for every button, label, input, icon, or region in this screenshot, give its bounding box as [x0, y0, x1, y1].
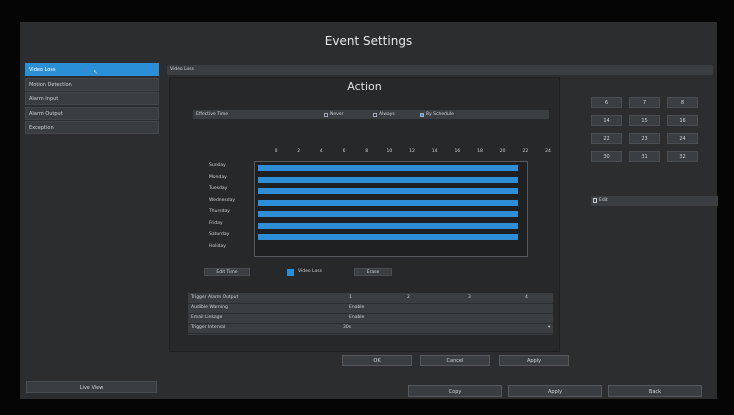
effective-time-label: Effective Time	[196, 112, 229, 117]
hour-label: 4	[319, 149, 323, 154]
never-checkbox[interactable]	[324, 112, 328, 117]
hour-label: 18	[477, 149, 483, 154]
hour-label: 22	[522, 149, 529, 154]
channel-button[interactable]: 8	[667, 97, 698, 108]
option-always[interactable]: Always	[373, 110, 395, 119]
channel-edit-label: Edit	[599, 198, 608, 203]
hour-label: 12	[409, 149, 415, 154]
option-by-schedule-label: By Schedule	[426, 112, 454, 117]
sidebar: Video Loss Motion Detection Alarm Input …	[25, 63, 159, 135]
channel-button[interactable]: 14	[591, 115, 622, 126]
hour-label: 10	[386, 149, 393, 154]
channel-grid: 6 7 8 14 15 16 22 23 24 30 31 32	[572, 82, 712, 202]
trigger-interval-row[interactable]: Trigger Interval 30s ▾	[188, 323, 553, 334]
always-checkbox[interactable]	[373, 112, 377, 117]
day-label: Sunday	[209, 163, 226, 168]
alarm-output-3[interactable]: 3	[468, 293, 471, 303]
audible-warning-value[interactable]: Enable	[349, 303, 364, 313]
option-by-schedule[interactable]: By Schedule	[420, 110, 454, 119]
schedule-bar[interactable]	[258, 234, 518, 240]
channel-button[interactable]: 22	[591, 133, 622, 144]
sidebar-item-motion-detection[interactable]: Motion Detection	[25, 77, 159, 91]
panel-apply-button[interactable]: Apply	[499, 355, 569, 366]
chevron-down-icon[interactable]: ▾	[548, 323, 550, 333]
day-label: Tuesday	[209, 186, 228, 191]
hour-label: 2	[297, 149, 301, 154]
by-schedule-checkbox[interactable]	[420, 112, 424, 117]
action-panel: Action Effective Time Never Always By Sc…	[169, 77, 569, 366]
video-loss-legend-label: Video Loss	[298, 269, 322, 274]
email-linkage-label: Email Linkage	[191, 315, 223, 320]
channel-button[interactable]: 23	[629, 133, 660, 144]
schedule-bar[interactable]	[258, 188, 518, 194]
action-title: Action	[347, 80, 382, 93]
schedule-bar[interactable]	[258, 165, 518, 171]
cancel-button[interactable]: Cancel	[420, 355, 490, 366]
trigger-alarm-output-label: Trigger Alarm Output	[191, 295, 239, 300]
day-label: Monday	[209, 174, 227, 180]
channel-button[interactable]: 15	[629, 115, 660, 126]
hour-label: 16	[454, 149, 461, 154]
trigger-settings: Trigger Alarm Output 1 2 3 4 Audible War…	[188, 293, 553, 335]
event-settings-window: Event Settings Video Loss Motion Detecti…	[20, 22, 718, 399]
schedule-bar[interactable]	[258, 176, 518, 183]
channel-button[interactable]: 24	[667, 133, 698, 144]
channel-button[interactable]: 31	[629, 151, 660, 162]
schedule-bar[interactable]	[258, 199, 518, 206]
audible-warning-label: Audible Warning	[191, 305, 228, 310]
hour-label: 14	[431, 149, 438, 154]
sidebar-item-alarm-input[interactable]: Alarm Input	[25, 92, 159, 106]
hour-label: 8	[365, 149, 369, 154]
effective-time-row: Effective Time Never Always By Schedule	[193, 110, 549, 119]
option-never-label: Never	[330, 112, 344, 117]
day-label: Holiday	[209, 243, 226, 249]
channel-button[interactable]: 7	[629, 97, 660, 108]
day-label: Saturday	[209, 232, 230, 237]
email-linkage-value[interactable]: Enable	[349, 313, 364, 323]
channel-button[interactable]: 32	[667, 151, 698, 162]
video-loss-legend-swatch	[287, 269, 294, 276]
edit-time-button[interactable]: Edit Time	[204, 268, 250, 276]
channel-button[interactable]: 16	[667, 115, 698, 126]
sidebar-item-alarm-output[interactable]: Alarm Output	[25, 106, 159, 120]
day-label: Wednesday	[209, 197, 236, 203]
channel-edit-button[interactable]: Edit	[591, 196, 718, 206]
erase-button[interactable]: Erase	[354, 268, 392, 276]
trigger-interval-value[interactable]: 30s	[343, 323, 351, 333]
channel-button[interactable]: 6	[591, 97, 622, 108]
alarm-output-2[interactable]: 2	[407, 293, 410, 303]
mouse-cursor-icon: ↖	[93, 69, 99, 76]
section-header: Video Loss	[167, 65, 713, 75]
day-label: Friday	[209, 220, 223, 226]
apply-button[interactable]: Apply	[508, 385, 602, 397]
copy-button[interactable]: Copy	[408, 385, 502, 397]
window-title: Event Settings	[324, 34, 413, 48]
schedule-grid[interactable]	[254, 161, 528, 257]
sidebar-item-exception[interactable]: Exception	[25, 121, 159, 135]
hour-axis: 0 2 4 6 8 10 12 14 16 18 20 22 24	[170, 149, 559, 157]
option-never[interactable]: Never	[324, 110, 343, 119]
schedule-bar[interactable]	[258, 211, 518, 217]
alarm-output-4[interactable]: 4	[525, 293, 528, 303]
back-button[interactable]: Back	[608, 385, 702, 397]
hour-label: 24	[545, 149, 551, 154]
hour-label: 6	[342, 149, 346, 154]
day-label: Thursday	[209, 209, 230, 214]
sidebar-item-video-loss[interactable]: Video Loss	[25, 63, 159, 76]
channel-button[interactable]: 30	[591, 151, 622, 162]
option-always-label: Always	[379, 112, 395, 117]
hour-label: 20	[499, 149, 506, 154]
live-view-button[interactable]: Live View	[26, 381, 157, 393]
edit-icon	[593, 198, 597, 203]
trigger-interval-label: Trigger Interval	[191, 325, 226, 330]
hour-label: 0	[274, 149, 278, 154]
ok-button[interactable]: OK	[342, 355, 412, 366]
alarm-output-1[interactable]: 1	[349, 293, 352, 303]
schedule-bar[interactable]	[258, 222, 518, 229]
